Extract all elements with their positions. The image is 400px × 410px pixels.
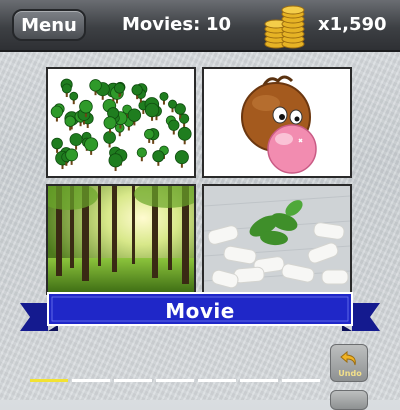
movies-count: 10 <box>206 14 232 35</box>
coin-stack-icon <box>264 5 305 49</box>
chewing-gum-photo <box>204 186 350 293</box>
answer-slot <box>72 379 110 382</box>
answer-slot <box>30 379 68 382</box>
answer-slots <box>30 379 322 382</box>
coins-balance: x1,590 <box>318 14 387 35</box>
clue-image-trees[interactable] <box>46 67 196 178</box>
clue-image-forest[interactable] <box>46 184 196 295</box>
undo-arrow-icon <box>340 350 356 366</box>
movies-label: Movies: <box>122 14 201 35</box>
answer-slot <box>156 379 194 382</box>
category-label: Movie <box>165 299 235 323</box>
undo-label: Undo <box>338 369 362 378</box>
answer-slot <box>240 379 278 382</box>
bubble-gum-face-illustration <box>204 69 350 176</box>
undo-button[interactable]: Undo <box>330 344 368 382</box>
hint-button[interactable] <box>330 390 368 410</box>
answer-slot <box>282 379 320 382</box>
trees-illustration <box>48 69 194 176</box>
forest-photo <box>48 186 194 293</box>
menu-button[interactable]: Menu <box>12 9 86 41</box>
clue-image-bubble-gum-face[interactable] <box>202 67 352 178</box>
answer-slot <box>198 379 236 382</box>
clue-image-chewing-gum[interactable] <box>202 184 352 295</box>
top-bar: Menu Movies: 10 x1,590 <box>0 0 400 52</box>
answer-slot <box>114 379 152 382</box>
